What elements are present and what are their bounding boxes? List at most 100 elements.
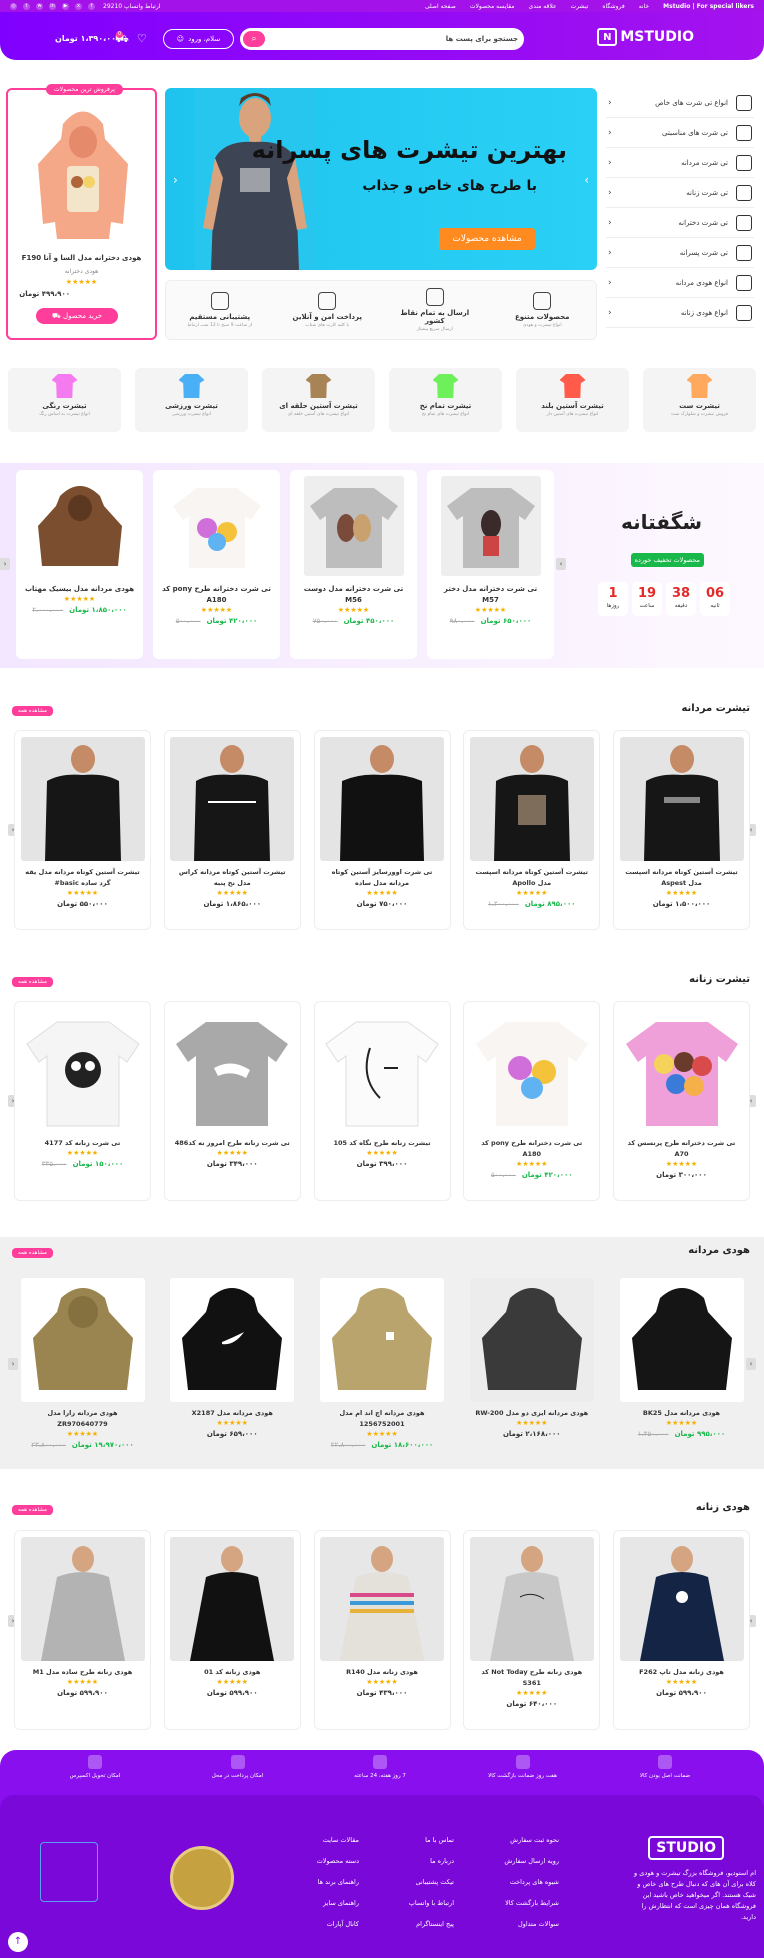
footer-link[interactable]: راهنمای سایز: [317, 1893, 359, 1914]
top-link-shop[interactable]: فروشگاه: [602, 3, 624, 10]
product-name[interactable]: هودی مردانه مدل بیسیک مهتاب: [16, 584, 143, 595]
special-offer-card[interactable]: پرفروش ترین محصولات هودی دخترانه مدل الس…: [6, 84, 157, 340]
product-name[interactable]: تی شرت دخترانه طرح pony کد A180: [153, 584, 280, 606]
product-card[interactable]: تی شرت دخترانه طرح pony کد A180 ★★★★★ ۴۲۰،…: [463, 1001, 601, 1201]
offer-name[interactable]: هودی دخترانه مدل السا و آنا F190: [8, 254, 155, 262]
view-all-button[interactable]: مشاهده همه: [12, 1248, 53, 1258]
product-card[interactable]: هودی زنانه طرح Not Today کد S361 ★★★★★ ۶۴۰…: [463, 1530, 601, 1730]
product-card[interactable]: تی شرت دخترانه مدل دوست M56 ★★★★★ ۴۵۰،۰۰…: [290, 470, 417, 659]
product-name[interactable]: تی شرت دخترانه طرح پرنسس کد A70: [614, 1138, 749, 1160]
product-card[interactable]: هودی مردانه مدل X2187 ★★★★★ ۶۵۹،۰۰۰ تومان: [164, 1272, 301, 1472]
product-name[interactable]: هودی زنانه مدل تاپ F262: [614, 1667, 749, 1678]
product-card[interactable]: هودی زنانه مدل تاپ F262 ★★★★★ ۵۹۹،۹۰۰ توما…: [613, 1530, 750, 1730]
product-name[interactable]: هودی مردانه ایزی دو مدل RW-200: [463, 1408, 600, 1419]
product-card[interactable]: تیشرت زنانه طرح نگاه کد 105 ★★★★★ ۳۹۹،۰۰۰ …: [313, 1001, 451, 1201]
enamad-badge[interactable]: [40, 1842, 98, 1902]
product-card[interactable]: هودی مردانه اچ اند ام مدل 1256752001 ★★★★…: [314, 1272, 451, 1472]
wishlist-heart-icon[interactable]: ♡: [137, 32, 147, 47]
category-tile[interactable]: تیشرت ورزشی انواع تیشرت ورزشی: [135, 368, 248, 432]
banner-next-arrow-icon[interactable]: ›: [584, 173, 589, 187]
site-logo[interactable]: MSTUDIO N: [597, 28, 694, 46]
category-tile[interactable]: تیشرت تمام نخ انواع تیشرت های تمام نخ: [389, 368, 502, 432]
footer-link[interactable]: رویه ارسال سفارش: [504, 1851, 559, 1872]
whatsapp-icon[interactable]: w: [36, 2, 43, 10]
footer-link[interactable]: سوالات متداول: [504, 1914, 559, 1935]
telegram-icon[interactable]: t: [23, 2, 30, 10]
footer-link[interactable]: راهنمای برند ها: [317, 1872, 359, 1893]
footer-link[interactable]: ارتباط با واتساپ: [409, 1893, 454, 1914]
product-card[interactable]: تی شرت اوورسایز آستین کوتاه مردانه مدل س…: [313, 730, 451, 930]
category-item[interactable]: تی شرت دخترانه ‹: [606, 208, 754, 238]
view-all-button[interactable]: مشاهده همه: [12, 1505, 53, 1515]
product-card[interactable]: هودی مردانه مدل BK25 ★★★★★ ۹۹۵،۰۰۰ تومان ۱،…: [613, 1272, 750, 1472]
product-name[interactable]: هودی مردانه مدل BK25: [613, 1408, 750, 1419]
trust-seal-badge[interactable]: [170, 1846, 234, 1910]
category-item[interactable]: تی شرت مردانه ‹: [606, 148, 754, 178]
product-card[interactable]: تی شرت دخترانه طرح pony کد A180 ★★★★★ ۴۲…: [153, 470, 280, 659]
product-card[interactable]: تیشرت آستین کوتاه مردانه مدل یقه گرد ساد…: [14, 730, 151, 930]
category-item[interactable]: تی شرت زنانه ‹: [606, 178, 754, 208]
product-card[interactable]: تی شرت دخترانه طرح پرنسس کد A70 ★★★★★ ۳۰۰،…: [613, 1001, 750, 1201]
product-card[interactable]: تی شرت دخترانه مدل دختر M57 ★★★★★ ۶۵۰،۰۰…: [427, 470, 554, 659]
category-item[interactable]: انواع هودی زنانه ‹: [606, 298, 754, 328]
category-item[interactable]: تی شرت پسرانه ‹: [606, 238, 754, 268]
product-name[interactable]: تی شرت دخترانه طرح pony کد A180: [464, 1138, 599, 1160]
product-name[interactable]: تیشرت آستین کوتاه مردانه کراس مدل نخ پنب…: [165, 867, 300, 889]
product-name[interactable]: تی شرت زنانه کد 4177: [15, 1138, 150, 1149]
product-card[interactable]: هودی مردانه مدل بیسیک مهتاب ★★★★★ ۱،۸۵۰،…: [16, 470, 143, 659]
product-name[interactable]: هودی زنانه کد 01: [165, 1667, 300, 1678]
product-card[interactable]: هودی زنانه کد 01 ★★★★★ ۵۹۹،۹۰۰ تومان: [163, 1530, 301, 1730]
youtube-icon[interactable]: ▶: [62, 2, 69, 10]
carousel-prev-icon[interactable]: ‹: [0, 558, 10, 570]
product-name[interactable]: تیشرت آستین کوتاه مردانه اسپست مدل Apoll…: [464, 867, 599, 889]
product-card[interactable]: هودی مردانه ایزی دو مدل RW-200 ★★★★★ ۲،۱۶۸…: [463, 1272, 600, 1472]
buy-button[interactable]: خرید محصول ⛟: [36, 308, 118, 324]
footer-link[interactable]: مقالات سایت: [317, 1830, 359, 1851]
top-link-compare[interactable]: مقایسه محصولات: [470, 3, 515, 10]
linkedin-icon[interactable]: in: [49, 2, 56, 10]
product-card[interactable]: تی شرت زنانه کد 4177 ★★★★★ ۱۵۰،۰۰۰ تومان ۳۳…: [14, 1001, 151, 1201]
carousel-next-icon[interactable]: ›: [556, 558, 566, 570]
login-button[interactable]: سلام، ورود ☺: [163, 29, 234, 49]
footer-link[interactable]: تماس با ما: [409, 1830, 454, 1851]
x-icon[interactable]: x: [75, 2, 82, 10]
product-card[interactable]: تیشرت آستین کوتاه مردانه اسپست مدل Apoll…: [463, 730, 601, 930]
footer-link[interactable]: شیوه های پرداخت: [504, 1872, 559, 1893]
category-tile[interactable]: تیشرت آستین بلند انواع تیشرت های آستین دا…: [516, 368, 629, 432]
footer-link[interactable]: پیج اینستاگرام: [409, 1914, 454, 1935]
banner-cta-button[interactable]: مشاهده محصولات: [439, 228, 535, 250]
category-tile[interactable]: تیشرت آستین حلقه ای انواع تیشرت های آستین…: [262, 368, 375, 432]
view-all-button[interactable]: مشاهده همه: [12, 706, 53, 716]
category-tile[interactable]: تیشرت ست فروش تیشرت و شلوارک ست: [643, 368, 756, 432]
product-name[interactable]: تی شرت زنانه طرح امروز نه کد486: [165, 1138, 300, 1149]
product-name[interactable]: هودی زنانه طرح ساده مدل M1: [15, 1667, 150, 1678]
category-tile[interactable]: تیشرت رنگی انواع تیشرت به اساس رنگ: [8, 368, 121, 432]
instagram-icon[interactable]: ◎: [10, 2, 17, 10]
footer-link[interactable]: شرایط بازگشت کالا: [504, 1893, 559, 1914]
product-name[interactable]: هودی مردانه مدل X2187: [164, 1408, 301, 1419]
footer-link[interactable]: نحوه ثبت سفارش: [504, 1830, 559, 1851]
product-name[interactable]: هودی زنانه مدل R140: [315, 1667, 450, 1678]
footer-link[interactable]: کانال آپارات: [317, 1914, 359, 1935]
product-name[interactable]: تی شرت اوورسایز آستین کوتاه مردانه مدل س…: [315, 867, 450, 889]
product-name[interactable]: تی شرت دخترانه مدل دختر M57: [427, 584, 554, 606]
product-name[interactable]: هودی مردانه اچ اند ام مدل 1256752001: [314, 1408, 451, 1430]
footer-link[interactable]: دسته محصولات: [317, 1851, 359, 1872]
whatsapp-contact[interactable]: ارتباط واتساپ 29210: [103, 3, 160, 10]
category-item[interactable]: انواع هودی مردانه ‹: [606, 268, 754, 298]
search-input[interactable]: جستجو برای پست ها: [446, 35, 518, 43]
product-card[interactable]: تی شرت زنانه طرح امروز نه کد486 ★★★★★ ۳۴۹،…: [163, 1001, 301, 1201]
product-card[interactable]: هودی زنانه طرح ساده مدل M1 ★★★★★ ۵۹۹،۹۰۰ ت…: [14, 1530, 151, 1730]
hero-banner[interactable]: ‹ › بهترین تیشرت های پسرانه با طرح های خ…: [165, 88, 597, 270]
product-name[interactable]: هودی زنانه طرح Not Today کد S361: [464, 1667, 599, 1689]
top-link-main[interactable]: صفحه اصلی: [425, 3, 456, 10]
product-name[interactable]: هودی مردانه زارا مدل ZR970640779: [14, 1408, 151, 1430]
category-item[interactable]: تی شرت های مناسبتی ‹: [606, 118, 754, 148]
back-to-top-icon[interactable]: ↑: [8, 1932, 28, 1952]
footer-link[interactable]: درباره ما: [409, 1851, 454, 1872]
product-name[interactable]: تیشرت آستین کوتاه مردانه اسپست مدل Aspes…: [614, 867, 749, 889]
top-link-home[interactable]: خانه: [639, 3, 649, 10]
product-name[interactable]: تیشرت آستین کوتاه مردانه مدل یقه گرد ساد…: [15, 867, 150, 889]
top-link-tshirt[interactable]: تیشرت: [571, 3, 589, 10]
category-item[interactable]: انواع تی شرت های خاص ‹: [606, 88, 754, 118]
